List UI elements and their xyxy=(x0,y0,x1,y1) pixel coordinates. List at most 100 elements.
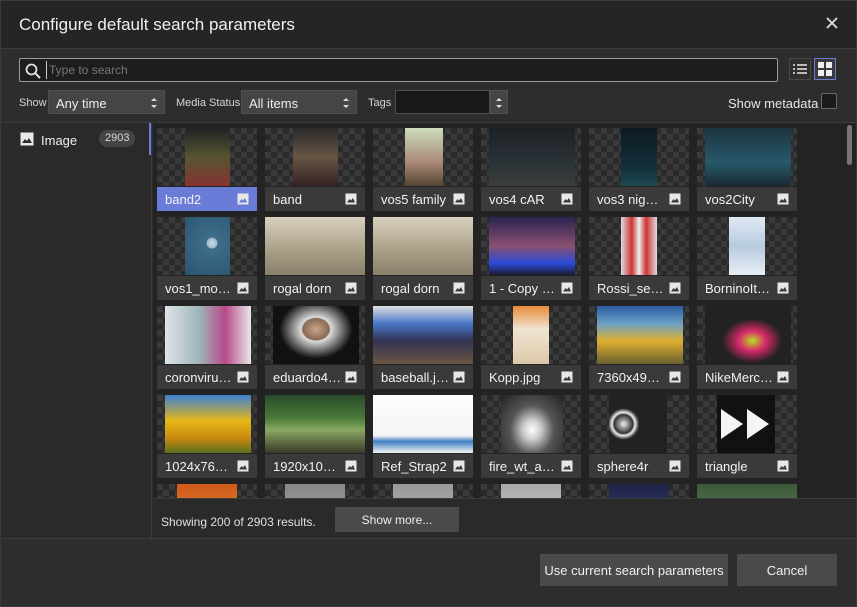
media-tile[interactable]: fire_wt_al… xyxy=(481,395,581,478)
thumbnail-image xyxy=(501,484,561,498)
media-thumbnail xyxy=(265,484,365,498)
media-tile-caption: band2 xyxy=(157,187,257,211)
thumbnail-image xyxy=(165,395,251,453)
media-tile[interactable]: BorninoIt… xyxy=(697,217,797,300)
media-tile-caption: band xyxy=(265,187,365,211)
grid-view-button[interactable] xyxy=(814,58,836,80)
media-thumbnail xyxy=(157,128,257,186)
image-icon xyxy=(345,193,357,205)
media-tile[interactable]: Rossi_see… xyxy=(589,217,689,300)
media-tile-name: band xyxy=(273,192,302,207)
thumbnail-image xyxy=(501,395,563,453)
show-metadata-checkbox[interactable] xyxy=(821,93,837,109)
image-icon xyxy=(453,282,465,294)
media-tile-caption: sphere4r xyxy=(589,454,689,478)
image-icon xyxy=(669,193,681,205)
media-tile[interactable]: band xyxy=(265,128,365,211)
dialog-titlebar: Configure default search parameters xyxy=(1,1,856,49)
media-tile[interactable]: sphere4r xyxy=(589,395,689,478)
media-tile-caption: vos4 cAR xyxy=(481,187,581,211)
media-tile[interactable]: 1024x768… xyxy=(157,395,257,478)
media-tile-partial[interactable] xyxy=(265,484,365,498)
media-tile[interactable]: baseball.jpg xyxy=(373,306,473,389)
image-icon xyxy=(453,371,465,383)
tags-input[interactable] xyxy=(395,90,490,114)
sidebar-item-image[interactable]: Image 2903 xyxy=(1,123,151,155)
list-view-button[interactable] xyxy=(789,58,811,80)
results-count-text: Showing 200 of 2903 results. xyxy=(161,515,316,529)
scrollbar-thumb[interactable] xyxy=(847,125,852,165)
image-icon xyxy=(669,460,681,472)
media-tile[interactable]: vos5 family xyxy=(373,128,473,211)
media-thumbnail xyxy=(697,128,797,186)
grid-scrollbar[interactable] xyxy=(844,123,856,498)
thumbnail-image xyxy=(705,306,791,364)
media-tile[interactable]: 1920x108… xyxy=(265,395,365,478)
thumbnail-image xyxy=(373,306,473,364)
thumbnail-image xyxy=(729,217,765,275)
media-tile-partial[interactable] xyxy=(373,484,473,498)
media-tile-name: sphere4r xyxy=(597,459,649,474)
thumbnail-image xyxy=(717,395,775,453)
media-thumbnail xyxy=(697,306,797,364)
media-tile[interactable]: Ref_Strap2 xyxy=(373,395,473,478)
show-select[interactable]: Any time xyxy=(48,90,165,114)
media-thumbnail xyxy=(373,484,473,498)
media-tile[interactable]: 7360x491… xyxy=(589,306,689,389)
media-tile[interactable]: Kopp.jpg xyxy=(481,306,581,389)
media-status-select[interactable]: All items xyxy=(241,90,357,114)
media-tile-caption: rogal dorn xyxy=(373,276,473,300)
use-current-search-parameters-button[interactable]: Use current search parameters xyxy=(540,554,728,586)
media-thumbnail xyxy=(697,484,797,498)
media-tile-name: Kopp.jpg xyxy=(489,370,541,385)
media-thumbnail xyxy=(373,306,473,364)
image-icon xyxy=(345,282,357,294)
thumbnail-image xyxy=(705,128,791,186)
media-tile-name: 7360x491… xyxy=(597,370,665,385)
media-thumbnail xyxy=(373,217,473,275)
media-thumbnail xyxy=(481,484,581,498)
close-icon[interactable] xyxy=(822,13,842,33)
thumbnail-image xyxy=(177,484,237,498)
media-tile[interactable]: vos4 cAR xyxy=(481,128,581,211)
thumbnail-image xyxy=(621,128,657,186)
thumbnail-image xyxy=(513,306,549,364)
media-tile[interactable]: rogal dorn xyxy=(373,217,473,300)
media-tile[interactable]: vos1_moo… xyxy=(157,217,257,300)
media-tile[interactable]: 1 - Copy (1… xyxy=(481,217,581,300)
image-icon xyxy=(237,460,249,472)
media-tile[interactable]: vos3 night… xyxy=(589,128,689,211)
media-tile-caption: triangle xyxy=(697,454,797,478)
show-metadata-label: Show metadata xyxy=(728,96,819,111)
media-tile[interactable]: band2 xyxy=(157,128,257,211)
tags-dropdown-button[interactable] xyxy=(490,90,508,114)
media-thumbnail xyxy=(697,217,797,275)
media-tile-partial[interactable] xyxy=(697,484,797,498)
media-tile[interactable]: triangle xyxy=(697,395,797,478)
show-more-button[interactable]: Show more... xyxy=(335,507,459,532)
thumbnail-image xyxy=(185,128,230,186)
thumbnail-image xyxy=(185,217,230,275)
media-thumbnail xyxy=(589,306,689,364)
media-tile-caption: 1920x108… xyxy=(265,454,365,478)
media-tile[interactable]: NikeMerc… xyxy=(697,306,797,389)
media-tile-caption: vos3 night… xyxy=(589,187,689,211)
media-tile-partial[interactable] xyxy=(157,484,257,498)
media-tile-partial[interactable] xyxy=(589,484,689,498)
media-tile-caption: BorninoIt… xyxy=(697,276,797,300)
media-tile[interactable]: vos2City xyxy=(697,128,797,211)
media-tile[interactable]: eduardo4.… xyxy=(265,306,365,389)
media-tile[interactable]: rogal dorn xyxy=(265,217,365,300)
media-thumbnail xyxy=(157,217,257,275)
cancel-button[interactable]: Cancel xyxy=(737,554,837,586)
show-select-value: Any time xyxy=(56,96,107,111)
media-thumbnail xyxy=(157,484,257,498)
media-tile-caption: eduardo4.… xyxy=(265,365,365,389)
search-input[interactable] xyxy=(46,61,766,79)
image-icon xyxy=(561,371,573,383)
media-tile-name: vos2City xyxy=(705,192,755,207)
media-tile-partial[interactable] xyxy=(481,484,581,498)
media-tile[interactable]: coronviru… xyxy=(157,306,257,389)
media-tile-name: vos1_moo… xyxy=(165,281,233,296)
configure-search-dialog: Configure default search parameters Show… xyxy=(0,0,857,607)
